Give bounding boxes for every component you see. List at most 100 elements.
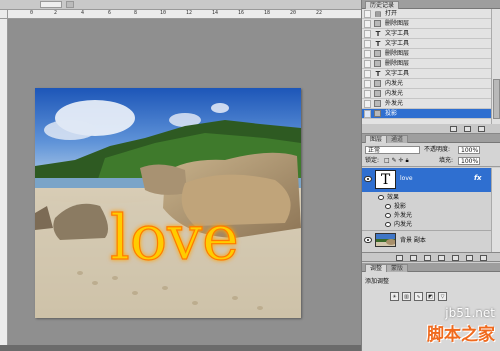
layer-row-background-copy[interactable]: 背景 副本 (362, 230, 491, 248)
trash-icon[interactable] (480, 255, 487, 261)
watermark-url: jb51.net (445, 306, 495, 320)
history-source-checkbox[interactable] (364, 10, 371, 18)
ruler-mark: 6 (108, 10, 112, 16)
effect-eye-icon[interactable] (385, 213, 391, 218)
ruler-mark: 12 (186, 10, 193, 16)
fill-input[interactable]: 100% (458, 157, 480, 165)
site-watermark: jb51.net 脚本之家 (427, 306, 495, 345)
vibrance-icon[interactable]: ▽ (438, 292, 447, 301)
history-item-label: 文字工具 (385, 30, 410, 37)
history-item[interactable]: 内发光 (362, 79, 491, 89)
text-tool-icon: T (375, 40, 381, 48)
trash-icon[interactable] (478, 126, 485, 132)
option-field[interactable] (40, 1, 62, 8)
history-source-checkbox[interactable] (364, 110, 371, 118)
history-item[interactable]: ▤ 打开 (362, 9, 491, 19)
history-item-label: 删除图层 (385, 60, 410, 67)
history-item-label: 文字工具 (385, 40, 410, 47)
layer-icon (374, 80, 381, 87)
layer-icon (374, 100, 381, 107)
history-source-checkbox[interactable] (364, 90, 371, 98)
history-source-checkbox[interactable] (364, 40, 371, 48)
layers-panel-header: 图层 通道 (362, 134, 500, 143)
beach-photo-canvas[interactable]: love (35, 88, 301, 318)
blend-mode-select[interactable]: 正常 (365, 146, 420, 154)
opacity-input[interactable]: 100% (458, 146, 480, 154)
horizontal-ruler: 0 2 4 6 8 10 12 14 16 18 20 22 (8, 10, 361, 19)
history-item[interactable]: 删除图层 (362, 59, 491, 69)
history-item-selected[interactable]: 投影 (362, 109, 491, 119)
history-item[interactable]: T 文字工具 (362, 69, 491, 79)
history-item[interactable]: 内发光 (362, 89, 491, 99)
tab-masks[interactable]: 蒙版 (386, 264, 409, 272)
curves-icon[interactable]: ∿ (414, 292, 423, 301)
history-item[interactable]: T 文字工具 (362, 39, 491, 49)
visibility-eye-icon[interactable] (364, 237, 372, 243)
ruler-mark: 4 (81, 10, 85, 16)
new-group-icon[interactable] (452, 255, 459, 261)
fx-menu-icon[interactable] (410, 255, 417, 261)
history-item-label: 投影 (385, 110, 398, 117)
beach-photo: love (35, 88, 301, 318)
effect-inner-glow[interactable]: 内发光 (362, 220, 491, 229)
history-source-checkbox[interactable] (364, 20, 371, 28)
ruler-mark: 20 (290, 10, 297, 16)
layers-footer (362, 252, 500, 262)
history-item[interactable]: 删除图层 (362, 49, 491, 59)
effects-row[interactable]: 效果 (362, 193, 491, 202)
vertical-ruler (0, 19, 8, 351)
history-source-checkbox[interactable] (364, 80, 371, 88)
dropdown-arrow-icon[interactable] (66, 1, 74, 8)
history-item[interactable]: T 文字工具 (362, 29, 491, 39)
tab-adjustments[interactable]: 调整 (365, 264, 388, 272)
visibility-eye-icon[interactable] (364, 176, 372, 182)
history-source-checkbox[interactable] (364, 50, 371, 58)
layer-icon (374, 110, 381, 117)
adjustment-layer-icon[interactable] (438, 255, 445, 261)
ruler-mark: 14 (212, 10, 219, 16)
tab-layers[interactable]: 图层 (365, 135, 388, 143)
brightness-icon[interactable]: ☀ (390, 292, 399, 301)
layer-icon (374, 90, 381, 97)
exposure-icon[interactable]: ◩ (426, 292, 435, 301)
lock-icons[interactable]: □ ✎ ✛ 🔒︎ (384, 157, 409, 165)
history-item[interactable]: 外发光 (362, 99, 491, 109)
snapshot-icon[interactable] (464, 126, 471, 132)
history-source-checkbox[interactable] (364, 70, 371, 78)
adjustments-title: 添加调整 (365, 278, 390, 285)
layer-row-love[interactable]: T love fx (362, 168, 491, 192)
layers-scrollbar[interactable] (491, 168, 500, 252)
tab-channels[interactable]: 通道 (386, 135, 409, 143)
new-document-from-state-icon[interactable] (450, 126, 457, 132)
link-layers-icon[interactable] (396, 255, 403, 261)
status-bar (0, 345, 361, 351)
history-item-label: 外发光 (385, 100, 404, 107)
effect-eye-icon[interactable] (385, 222, 391, 227)
history-item-label: 内发光 (385, 80, 404, 87)
effect-eye-icon[interactable] (378, 195, 384, 200)
fx-icon[interactable]: fx (474, 174, 482, 182)
ruler-mark: 18 (264, 10, 271, 16)
new-layer-icon[interactable] (466, 255, 473, 261)
levels-icon[interactable]: ▥ (402, 292, 411, 301)
effect-eye-icon[interactable] (385, 204, 391, 209)
effect-drop-shadow[interactable]: 投影 (362, 202, 491, 211)
ruler-mark: 0 (30, 10, 34, 16)
document-canvas-area[interactable]: love (9, 20, 361, 351)
history-item[interactable]: 删除图层 (362, 19, 491, 29)
history-scrollbar[interactable] (491, 9, 500, 124)
adjustments-panel-header: 调整 蒙版 (362, 263, 500, 272)
love-text-layer[interactable]: love (109, 200, 239, 274)
add-mask-icon[interactable] (424, 255, 431, 261)
effect-outer-glow[interactable]: 外发光 (362, 211, 491, 220)
scroll-thumb[interactable] (493, 79, 500, 119)
history-source-checkbox[interactable] (364, 30, 371, 38)
right-panels: 历史记录 ▤ 打开 删除图层 T 文字工具 T 文字工具 删除图层 删除图层 T… (361, 0, 500, 351)
tab-history[interactable]: 历史记录 (365, 1, 400, 9)
effects-label: 效果 (387, 194, 400, 201)
history-source-checkbox[interactable] (364, 60, 371, 68)
document-icon: ▤ (374, 10, 382, 18)
history-source-checkbox[interactable] (364, 100, 371, 108)
ruler-corner (0, 10, 8, 19)
ruler-mark: 2 (54, 10, 58, 16)
